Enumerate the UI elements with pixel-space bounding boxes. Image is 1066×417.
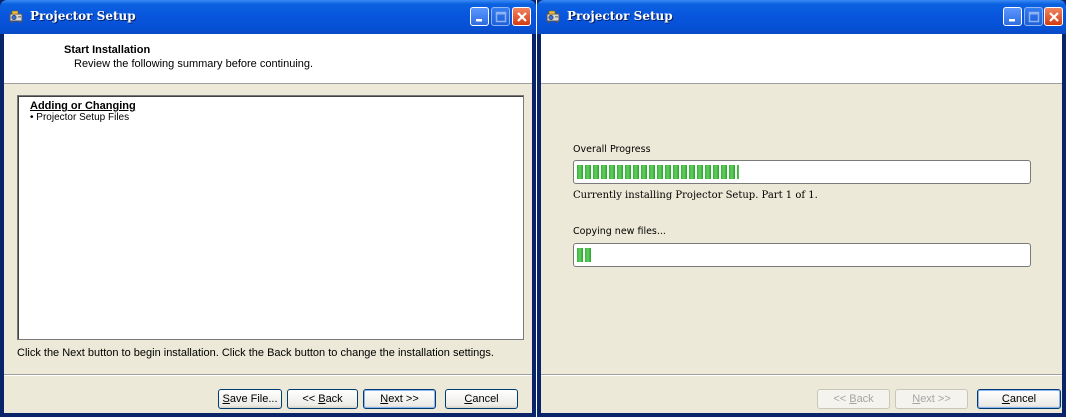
maximize-button[interactable]: [491, 7, 510, 26]
next-accelerator: N: [380, 393, 389, 405]
cancel-button[interactable]: Cancel: [977, 389, 1061, 409]
next-label: ext >>: [388, 393, 419, 405]
title-bar[interactable]: Projector Setup: [0, 0, 536, 34]
minimize-icon: [476, 19, 482, 22]
cancel-accelerator: C: [1001, 393, 1010, 405]
file-progress-bar: [573, 243, 1031, 267]
cancel-button[interactable]: Cancel: [445, 389, 518, 409]
projector-icon: [9, 10, 23, 23]
title-bar[interactable]: Projector Setup: [537, 0, 1066, 34]
setup-window-summary: Projector Setup Start Installation Revie…: [0, 0, 536, 417]
button-separator: [541, 374, 1062, 376]
summary-heading: Adding or Changing: [30, 100, 136, 112]
file-progress-fill: [577, 248, 591, 262]
install-status-text: Currently installing Projector Setup. Pa…: [573, 190, 818, 201]
window-body: Overall Progress Currently installing Pr…: [541, 34, 1062, 413]
window-body: Start Installation Review the following …: [4, 34, 532, 413]
setup-window-progress: Projector Setup Overall Progress Current…: [537, 0, 1066, 417]
close-icon: [1049, 12, 1059, 22]
back-label: ack: [856, 393, 874, 405]
window-title: Projector Setup: [567, 9, 673, 23]
save-file-label: ave File...: [229, 393, 278, 405]
overall-progress-bar: [573, 160, 1031, 184]
file-progress-label: Copying new files...: [573, 226, 666, 237]
back-label: ack: [325, 393, 343, 405]
overall-progress-fill: [577, 165, 739, 179]
next-button[interactable]: Next >>: [895, 389, 968, 409]
back-button[interactable]: << Back: [287, 389, 358, 409]
instruction-text: Click the Next button to begin installat…: [17, 347, 494, 359]
back-accelerator: B: [849, 393, 857, 405]
projector-icon: [546, 10, 560, 23]
window-title: Projector Setup: [30, 9, 136, 23]
summary-listbox[interactable]: Adding or Changing • Projector Setup Fil…: [17, 95, 524, 340]
wizard-header: Start Installation Review the following …: [4, 34, 532, 84]
minimize-button[interactable]: [1003, 7, 1022, 26]
page-title: Start Installation: [64, 44, 151, 56]
cancel-label: ancel: [1009, 393, 1037, 405]
save-file-accelerator: S: [222, 393, 230, 405]
close-button[interactable]: [512, 7, 531, 26]
back-accelerator: B: [318, 393, 326, 405]
page-subtitle: Review the following summary before cont…: [74, 58, 314, 70]
wizard-header: [541, 34, 1062, 84]
cancel-label: ancel: [472, 393, 499, 405]
next-accelerator: N: [912, 393, 921, 405]
minimize-icon: [1009, 19, 1015, 22]
next-label: ext >>: [920, 393, 951, 405]
back-button[interactable]: << Back: [817, 389, 890, 409]
minimize-button[interactable]: [470, 7, 489, 26]
save-file-button[interactable]: Save File...: [218, 389, 282, 409]
maximize-icon: [1028, 11, 1040, 23]
overall-progress-label: Overall Progress: [573, 144, 651, 155]
maximize-icon: [495, 11, 507, 23]
summary-item: • Projector Setup Files: [30, 112, 130, 123]
maximize-button[interactable]: [1024, 7, 1043, 26]
close-button[interactable]: [1044, 7, 1063, 26]
close-icon: [517, 12, 527, 22]
next-button[interactable]: Next >>: [363, 389, 436, 409]
back-prefix: <<: [833, 393, 850, 405]
button-separator: [4, 374, 532, 376]
back-prefix: <<: [302, 393, 319, 405]
